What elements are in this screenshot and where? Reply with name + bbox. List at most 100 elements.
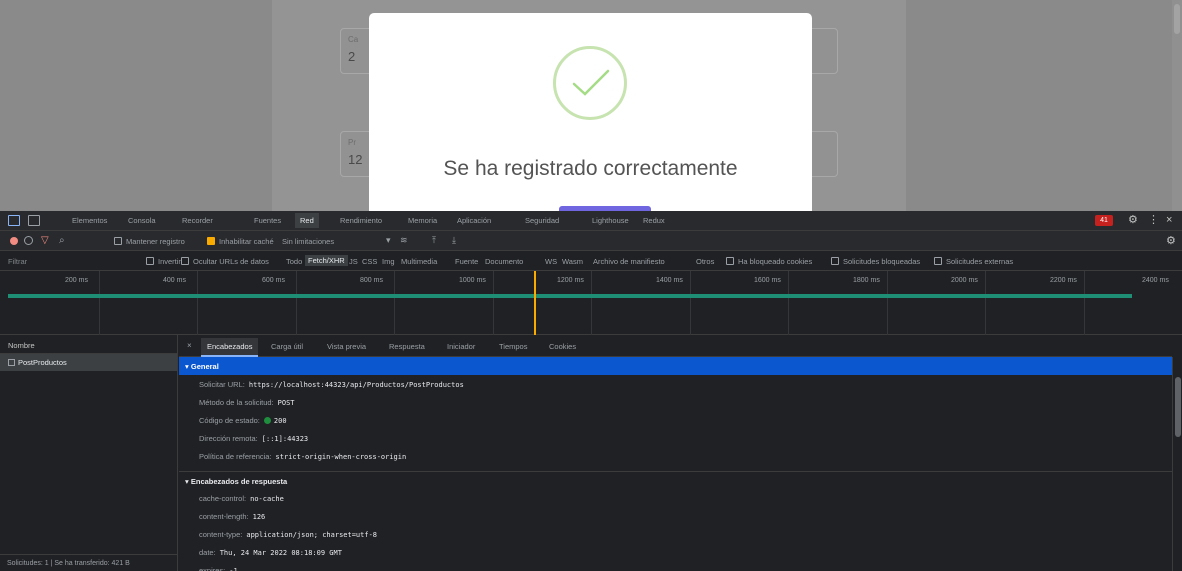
disable-cache-label: Inhabilitar caché	[219, 237, 274, 246]
invert-checkbox[interactable]	[146, 257, 154, 265]
network-settings-gear-icon[interactable]: ⚙	[1166, 234, 1176, 247]
timeline-tick-label: 2000 ms	[951, 277, 978, 284]
blocked-cookies-checkbox[interactable]	[726, 257, 734, 265]
header-key: Dirección remota:	[199, 434, 258, 443]
chevron-down-icon[interactable]: ▾	[386, 235, 391, 246]
timeline-gridline	[493, 271, 494, 335]
type-filter-other[interactable]: Otros	[696, 257, 714, 266]
type-filter-font[interactable]: Fuente	[455, 257, 478, 266]
header-key: Solicitar URL:	[199, 380, 245, 389]
timeline-tick-label: 1800 ms	[853, 277, 880, 284]
tab-response[interactable]: Respuesta	[389, 342, 425, 351]
clear-icon[interactable]	[24, 236, 33, 245]
general-section-header[interactable]: ▾ General	[179, 357, 1172, 375]
type-filter-wasm[interactable]: Wasm	[562, 257, 583, 266]
blocked-requests-label: Solicitudes bloqueadas	[843, 257, 921, 266]
field-value: 2	[348, 49, 356, 64]
tab-security[interactable]: Seguridad	[525, 216, 559, 225]
record-icon[interactable]	[10, 237, 18, 245]
timeline-tick-label: 1200 ms	[557, 277, 584, 284]
tab-network[interactable]: Red	[295, 213, 319, 228]
inspect-icon[interactable]	[8, 215, 20, 226]
field-label: Ca	[348, 35, 359, 44]
preserve-log-label: Mantener registro	[126, 237, 185, 246]
hide-data-urls-checkbox[interactable]	[181, 257, 189, 265]
filter-icon[interactable]: ▽	[41, 235, 49, 246]
search-icon[interactable]: ⌕	[59, 235, 65, 246]
tab-lighthouse[interactable]: Lighthouse	[592, 216, 629, 225]
throttle-select[interactable]: Sin limitaciones	[282, 237, 334, 246]
blocked-requests-checkbox[interactable]	[831, 257, 839, 265]
close-details-icon[interactable]: ×	[187, 341, 192, 350]
tab-sources[interactable]: Fuentes	[254, 216, 281, 225]
more-options-icon[interactable]: ⋮	[1148, 215, 1159, 226]
type-filter-media[interactable]: Multimedia	[401, 257, 437, 266]
export-icon[interactable]: ⤓	[452, 235, 456, 246]
network-overview-timeline[interactable]: 200 ms 400 ms 600 ms 800 ms 1000 ms 1200 ms 14…	[0, 271, 1182, 335]
header-row: content-type: application/json; charset=u…	[179, 525, 1172, 543]
header-key: content-type:	[199, 530, 243, 539]
details-scrollbar[interactable]	[1172, 357, 1182, 571]
network-toolbar: ▽ ⌕ Mantener registro Inhabilitar caché …	[0, 231, 1182, 251]
invert-label: Invertir	[158, 257, 181, 266]
header-row: Dirección remota: [::1]:44323	[179, 429, 1172, 447]
disable-cache-checkbox[interactable]	[207, 237, 215, 245]
scrollbar-thumb[interactable]	[1174, 4, 1180, 34]
tab-cookies[interactable]: Cookies	[549, 342, 576, 351]
type-filter-css[interactable]: CSS	[362, 257, 377, 266]
tab-timing[interactable]: Tiempos	[499, 342, 527, 351]
response-headers-section-header[interactable]: ▾ Encabezados de respuesta	[179, 471, 1172, 489]
success-check-icon	[553, 46, 627, 120]
load-event-marker	[534, 271, 536, 335]
timeline-tick-label: 1600 ms	[754, 277, 781, 284]
tab-initiator[interactable]: Iniciador	[447, 342, 475, 351]
tab-recorder[interactable]: Recorder	[182, 216, 213, 225]
header-row: Código de estado: 200	[179, 411, 1172, 429]
timeline-gridline	[591, 271, 592, 335]
preserve-log-checkbox[interactable]	[114, 237, 122, 245]
header-value: [::1]:44323	[261, 435, 309, 443]
device-toggle-icon[interactable]	[28, 215, 40, 226]
tab-payload[interactable]: Carga útil	[271, 342, 303, 351]
issues-badge[interactable]: 41	[1095, 215, 1113, 226]
type-filter-all[interactable]: Todo	[286, 257, 302, 266]
header-row: Política de referencia: strict-origin-whe…	[179, 447, 1172, 465]
type-filter-fetch-xhr[interactable]: Fetch/XHR	[305, 255, 348, 266]
tab-memory[interactable]: Memoria	[408, 216, 437, 225]
tab-performance[interactable]: Rendimiento	[340, 216, 382, 225]
type-filter-doc[interactable]: Documento	[485, 257, 523, 266]
import-icon[interactable]: ⤒	[432, 235, 436, 246]
header-key: cache-control:	[199, 494, 247, 503]
timeline-gridline	[887, 271, 888, 335]
type-filter-ws[interactable]: WS	[545, 257, 557, 266]
close-icon[interactable]: ×	[1166, 215, 1172, 226]
tab-elements[interactable]: Elementos	[72, 216, 107, 225]
request-row[interactable]: PostProductos	[0, 354, 177, 371]
page-scrollbar[interactable]	[1172, 0, 1182, 211]
type-filter-manifest[interactable]: Archivo de manifiesto	[593, 257, 665, 266]
timeline-tick-label: 2400 ms	[1142, 277, 1169, 284]
field-value: 12	[348, 152, 363, 167]
header-key: content-length:	[199, 512, 249, 521]
header-value: no-cache	[250, 495, 284, 503]
tab-console[interactable]: Consola	[128, 216, 156, 225]
tab-headers[interactable]: Encabezados	[201, 338, 259, 357]
type-filter-js[interactable]: JS	[349, 257, 358, 266]
header-row: cache-control: no-cache	[179, 489, 1172, 507]
request-list-header[interactable]: Nombre	[0, 335, 177, 354]
scrollbar-thumb[interactable]	[1175, 377, 1181, 437]
third-party-checkbox[interactable]	[934, 257, 942, 265]
header-value: 126	[252, 513, 266, 521]
header-value: https://localhost:44323/api/Productos/Po…	[248, 381, 464, 389]
field-label: Pr	[348, 138, 356, 147]
tab-redux[interactable]: Redux	[643, 216, 665, 225]
tab-application[interactable]: Aplicación	[457, 216, 491, 225]
type-filter-img[interactable]: Img	[382, 257, 395, 266]
timeline-tick-label: 1400 ms	[656, 277, 683, 284]
tab-preview[interactable]: Vista previa	[327, 342, 366, 351]
header-key: date:	[199, 548, 216, 557]
settings-gear-icon[interactable]: ⚙	[1128, 215, 1138, 226]
header-key: Método de la solicitud:	[199, 398, 274, 407]
network-conditions-icon[interactable]: ≋	[400, 235, 408, 246]
request-timing-bar	[8, 294, 1132, 298]
